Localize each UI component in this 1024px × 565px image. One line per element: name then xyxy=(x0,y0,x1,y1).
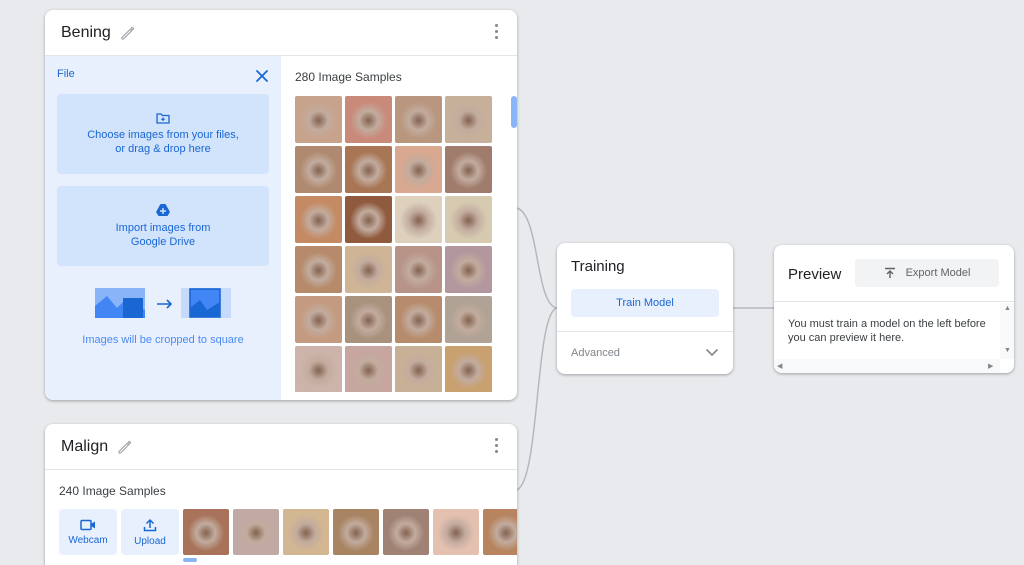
sample-thumbnail[interactable] xyxy=(433,509,479,555)
upload-button[interactable]: Upload xyxy=(121,509,179,555)
divider xyxy=(557,331,733,332)
export-icon xyxy=(884,267,895,278)
samples-panel: 280 Image Samples xyxy=(281,56,517,400)
samples-count: 240 Image Samples xyxy=(59,484,166,498)
class-header: Malign xyxy=(45,424,517,470)
class-card-bening: Bening File Choose images from your file… xyxy=(45,10,517,400)
sample-thumbnail[interactable] xyxy=(445,296,492,343)
sample-thumbnail[interactable] xyxy=(345,96,392,143)
sample-thumbnail[interactable] xyxy=(183,509,229,555)
thumbnail-grid[interactable] xyxy=(295,96,495,392)
preview-card: Preview Export Model You must train a mo… xyxy=(774,245,1014,373)
training-title: Training xyxy=(571,258,625,275)
sample-thumbnail[interactable] xyxy=(395,196,442,243)
sample-thumbnail[interactable] xyxy=(345,296,392,343)
preview-message: You must train a model on the left befor… xyxy=(788,318,986,344)
choose-files-button[interactable]: Choose images from your files, or drag &… xyxy=(57,94,269,174)
sample-thumbnail[interactable] xyxy=(383,509,429,555)
import-drive-line1: Import images from xyxy=(115,222,211,234)
upload-label: Upload xyxy=(134,535,166,547)
sample-thumbnail[interactable] xyxy=(395,96,442,143)
sample-thumbnail[interactable] xyxy=(395,246,442,293)
sample-thumbnail[interactable] xyxy=(395,146,442,193)
class-name[interactable]: Bening xyxy=(61,24,111,42)
kebab-menu-icon[interactable] xyxy=(495,24,499,39)
sample-thumbnail[interactable] xyxy=(345,146,392,193)
export-model-button[interactable]: Export Model xyxy=(855,259,999,287)
sample-thumbnail[interactable] xyxy=(483,509,517,555)
sample-thumbnail[interactable] xyxy=(395,296,442,343)
pencil-icon[interactable] xyxy=(119,25,135,41)
horizontal-scrollbar[interactable] xyxy=(183,558,197,562)
google-drive-icon xyxy=(156,204,170,216)
crop-notice: Images will be cropped to square xyxy=(82,334,244,346)
choose-files-line2: or drag & drop here xyxy=(115,143,211,155)
pencil-icon[interactable] xyxy=(116,439,132,455)
upload-icon xyxy=(143,518,157,531)
webcam-label: Webcam xyxy=(68,534,108,546)
sample-thumbnail[interactable] xyxy=(295,146,342,193)
kebab-menu-icon[interactable] xyxy=(495,438,499,453)
vertical-scrollbar[interactable] xyxy=(511,96,517,128)
webcam-button[interactable]: Webcam xyxy=(59,509,117,555)
choose-files-line1: Choose images from your files, xyxy=(87,129,239,141)
preview-header: Preview Export Model xyxy=(774,245,1014,302)
training-card: Training Train Model Advanced xyxy=(557,243,733,374)
crop-illustration xyxy=(95,288,231,318)
preview-title: Preview xyxy=(788,266,842,283)
sample-thumbnail[interactable] xyxy=(333,509,379,555)
sample-thumbnail[interactable] xyxy=(283,509,329,555)
import-drive-button[interactable]: Import images from Google Drive xyxy=(57,186,269,266)
thumbnail-strip[interactable] xyxy=(183,509,517,555)
samples-count: 280 Image Samples xyxy=(295,70,402,84)
sample-thumbnail[interactable] xyxy=(445,346,492,392)
sample-thumbnail[interactable] xyxy=(345,196,392,243)
sample-thumbnail[interactable] xyxy=(445,246,492,293)
sample-thumbnail[interactable] xyxy=(345,346,392,392)
add-folder-icon xyxy=(156,113,170,124)
advanced-toggle-label[interactable]: Advanced xyxy=(571,347,620,359)
sample-thumbnail[interactable] xyxy=(395,346,442,392)
preview-vertical-scrollbar[interactable]: ▲ ▼ xyxy=(1000,303,1014,359)
preview-horizontal-scrollbar[interactable]: ◀ ▶ xyxy=(774,359,1000,373)
export-model-label: Export Model xyxy=(905,267,971,279)
sample-thumbnail[interactable] xyxy=(295,196,342,243)
close-icon[interactable] xyxy=(255,69,269,83)
arrow-right-icon xyxy=(157,299,173,309)
chevron-down-icon[interactable] xyxy=(705,347,719,357)
sample-thumbnail[interactable] xyxy=(295,346,342,392)
import-drive-line2: Google Drive xyxy=(130,236,196,248)
class-card-malign: Malign 240 Image Samples Webcam Upload xyxy=(45,424,517,565)
sample-thumbnail[interactable] xyxy=(345,246,392,293)
webcam-icon xyxy=(80,519,95,530)
sample-thumbnail[interactable] xyxy=(445,146,492,193)
upload-panel: File Choose images from your files, or d… xyxy=(45,56,281,400)
file-source-label: File xyxy=(57,68,75,80)
train-model-button[interactable]: Train Model xyxy=(571,289,719,317)
class-header: Bening xyxy=(45,10,517,56)
sample-thumbnail[interactable] xyxy=(445,196,492,243)
sample-thumbnail[interactable] xyxy=(233,509,279,555)
sample-thumbnail[interactable] xyxy=(295,296,342,343)
sample-thumbnail[interactable] xyxy=(295,96,342,143)
class-name[interactable]: Malign xyxy=(61,438,108,456)
sample-thumbnail[interactable] xyxy=(445,96,492,143)
sample-thumbnail[interactable] xyxy=(295,246,342,293)
